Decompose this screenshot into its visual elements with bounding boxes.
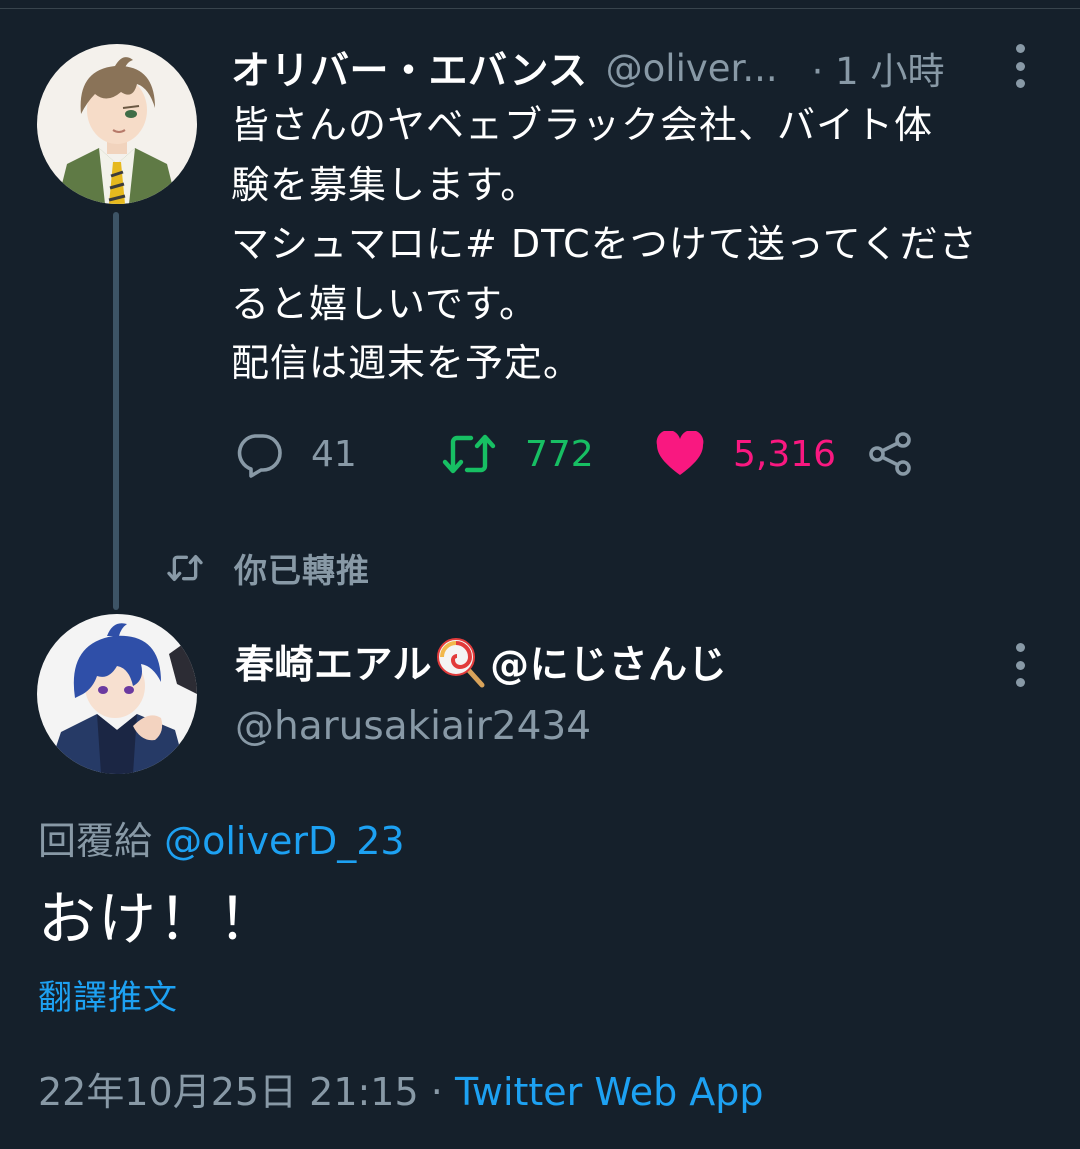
- replying-to-mention[interactable]: @oliverD_23: [164, 819, 404, 863]
- heart-icon: [656, 431, 704, 475]
- avatar-harusaki-image: [37, 614, 197, 774]
- top-divider: [0, 0, 1080, 9]
- retweet-button[interactable]: 772: [441, 426, 594, 482]
- reply-count: 41: [311, 433, 357, 475]
- tweet-body-line: 皆さんのヤベェブラック会社、バイト体: [231, 103, 934, 147]
- tweet-author-name[interactable]: オリバー・エバンス: [231, 40, 588, 96]
- reply-author-name: 春崎エアル: [235, 643, 433, 688]
- tweet-header: オリバー・エバンス @oliver... · 1 小時: [231, 40, 1061, 96]
- tweet-meta: 22年10月25日 21:15 · Twitter Web App: [38, 1061, 764, 1116]
- tweet-more-menu-icon[interactable]: [1014, 44, 1026, 88]
- reply-icon: [237, 434, 282, 478]
- like-count: 5,316: [733, 433, 837, 475]
- tweet-body-line: ると嬉しいです。: [231, 281, 539, 326]
- retweeted-indicator: 你已轉推: [166, 540, 370, 596]
- retweet-count: 772: [525, 433, 594, 475]
- tweet-author-handle[interactable]: @oliver...: [606, 47, 778, 90]
- share-icon: [869, 432, 911, 476]
- reply-author-handle[interactable]: @harusakiair2434: [235, 704, 591, 749]
- thread-connector-line: [113, 212, 119, 610]
- replying-to-label: 回覆給: [38, 819, 153, 863]
- reply-author-name-row[interactable]: 春崎エアル @にじさんじ: [235, 632, 727, 692]
- avatar-oliver[interactable]: [37, 44, 197, 204]
- reply-more-menu-icon[interactable]: [1014, 643, 1026, 687]
- share-button[interactable]: [867, 426, 915, 482]
- tweet-actions-bar: 41 772 5,316: [231, 426, 931, 482]
- like-button[interactable]: 5,316: [655, 426, 836, 482]
- avatar-harusaki[interactable]: [37, 614, 197, 774]
- replying-to-line: 回覆給 @oliverD_23: [38, 810, 405, 865]
- tweet-body-line: 験を募集します。: [231, 162, 540, 207]
- tweet-timestamp[interactable]: 22年10月25日 21:15: [38, 1070, 419, 1114]
- lollipop-icon: [437, 638, 485, 688]
- retweet-small-icon: [167, 555, 203, 581]
- avatar-oliver-image: [37, 44, 197, 204]
- tweet-source-link[interactable]: Twitter Web App: [455, 1070, 764, 1114]
- tweet-body-line: 配信は週末を予定。: [231, 341, 583, 385]
- reply-body: おけ！！: [38, 885, 279, 953]
- tweet-body-line: マシュマロに# DTCをつけて送ってくださ: [231, 222, 978, 266]
- retweet-icon: [442, 434, 496, 474]
- reply-author-name-suffix: @にじさんじ: [490, 643, 728, 688]
- translate-tweet-link[interactable]: 翻譯推文: [38, 970, 178, 1019]
- meta-separator: ·: [430, 1070, 443, 1114]
- tweet-time[interactable]: · 1 小時: [812, 41, 945, 95]
- tweet-body: 皆さんのヤベェブラック会社、バイト体 験を募集します。 マシュマロに# DTCを…: [231, 96, 1061, 394]
- retweeted-label: 你已轉推: [234, 551, 370, 590]
- reply-button[interactable]: 41: [235, 426, 357, 482]
